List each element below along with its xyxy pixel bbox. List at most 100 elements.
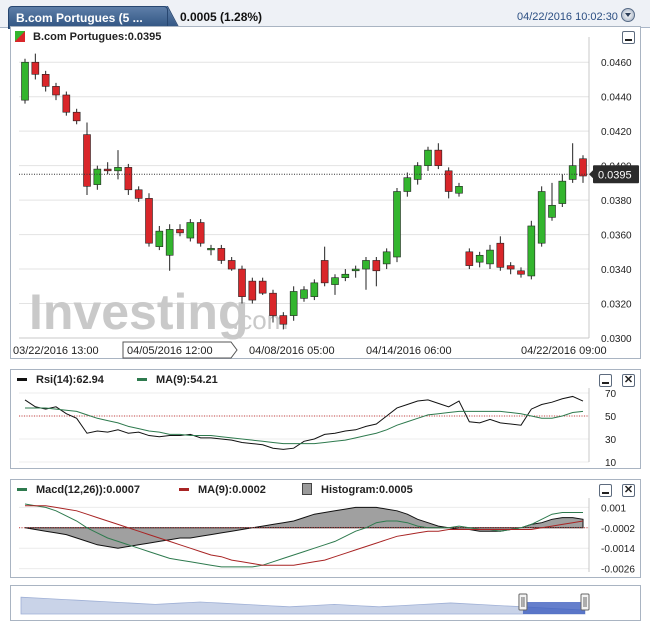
candle-body <box>248 280 257 301</box>
minimize-macd-panel-button[interactable] <box>599 484 612 497</box>
candle-body <box>72 111 81 122</box>
handle-body <box>580 593 590 611</box>
candle-body <box>537 191 546 244</box>
candle-body <box>382 251 391 265</box>
y-tick-label: -0.0014 <box>601 544 635 555</box>
rsi-ma-legend-item: MA(9):54.21 <box>137 374 218 386</box>
rsi-panel: 70 50 30 10 Rsi(14):62.94 MA(9):54.21 ✕ <box>10 369 641 469</box>
rsi-ma-line <box>25 407 584 445</box>
x-tick-label: 04/22/2016 09:00 <box>521 345 607 357</box>
candle-body <box>103 168 112 172</box>
candle-body <box>176 229 184 234</box>
minimize-price-panel-button[interactable] <box>622 31 635 44</box>
y-tick-label: 0.0300 <box>601 334 632 345</box>
candle-body <box>558 180 567 204</box>
minimize-rsi-panel-button[interactable] <box>599 374 612 387</box>
candle-body <box>455 186 463 194</box>
macd-ma-legend-label: MA(9):0.0002 <box>198 484 266 496</box>
candle-body <box>227 260 236 270</box>
candle-body <box>527 225 536 277</box>
candle-body <box>413 165 422 180</box>
candle-body <box>165 229 174 256</box>
histogram-swatch <box>302 483 312 496</box>
last-price-tag-pointer <box>589 169 594 180</box>
candle-body <box>124 167 133 191</box>
navigator-left-handle[interactable] <box>518 593 528 611</box>
candle-body <box>393 191 401 258</box>
candle-body <box>424 149 432 166</box>
candle-body <box>341 273 350 278</box>
y-tick-label: -0.0002 <box>601 524 635 535</box>
y-tick-label: 0.0340 <box>601 265 632 276</box>
candle-body <box>114 167 122 172</box>
price-change: 0.0005 (1.28%) <box>180 10 263 24</box>
candle-body <box>475 254 484 263</box>
x-tick-label: 04/05/2016 12:00 <box>127 345 213 357</box>
y-tick-label: 10 <box>605 458 617 469</box>
candle-body <box>145 198 153 244</box>
candle-body <box>41 73 50 87</box>
rsi-ma-swatch <box>137 377 147 381</box>
rsi-swatch <box>17 377 27 381</box>
candle-body <box>568 165 577 180</box>
price-panel: 0.04600.04400.04200.04000.03800.03600.03… <box>10 26 641 359</box>
y-tick-label: 0.0440 <box>601 93 632 104</box>
investing-watermark: Investing <box>29 284 248 340</box>
rsi-chart[interactable]: 70 50 30 10 <box>11 370 642 470</box>
navigator-chart[interactable] <box>11 586 642 622</box>
y-tick-label: 0.0460 <box>601 58 632 69</box>
candle-body <box>269 292 277 316</box>
rsi-legend-label: Rsi(14):62.94 <box>36 374 104 386</box>
candle-body <box>217 248 226 261</box>
last-update-datetime: 04/22/2016 10:02:30 <box>517 11 618 23</box>
navigator-selection <box>522 602 585 614</box>
price-legend: B.com Portugues:0.0395 <box>15 30 162 43</box>
candle-body <box>444 170 453 192</box>
navigator-right-handle[interactable] <box>580 593 590 611</box>
x-tick-label: 03/22/2016 13:00 <box>13 345 99 357</box>
close-macd-panel-button[interactable]: ✕ <box>622 484 635 497</box>
macd-legend-label: Macd(12,26)):0.0007 <box>36 484 140 496</box>
macd-ma-swatch <box>179 487 189 491</box>
macd-swatch <box>17 487 27 491</box>
candle-body <box>155 230 164 247</box>
candle-body <box>52 86 60 96</box>
last-price-label: 0.0395 <box>598 169 632 181</box>
candle-body <box>351 268 360 272</box>
y-tick-label: 0.0380 <box>601 196 632 207</box>
candle-body <box>238 268 246 297</box>
candle-body <box>196 222 205 244</box>
y-tick-label: 30 <box>605 435 617 446</box>
candle-body <box>207 248 215 251</box>
y-tick-label: 0.0420 <box>601 127 632 138</box>
close-rsi-panel-button[interactable]: ✕ <box>622 374 635 387</box>
histogram-legend-item: Histogram:0.0005 <box>302 483 413 496</box>
candle-body <box>62 94 71 113</box>
rsi-legend-item: Rsi(14):62.94 <box>17 374 104 386</box>
histogram-legend-label: Histogram:0.0005 <box>321 484 413 496</box>
candle-body <box>506 265 515 270</box>
candle-body <box>134 189 143 199</box>
candle-body <box>21 61 29 101</box>
chevron-down-icon[interactable] <box>621 8 635 22</box>
candlestick-chart[interactable]: 0.04600.04400.04200.04000.03800.03600.03… <box>11 27 642 360</box>
tab-bar: B.com Portugues (5 ... 0.0005 (1.28%) 04… <box>0 0 650 29</box>
time-navigator[interactable] <box>10 585 641 621</box>
handle-body <box>518 593 528 611</box>
candle-body <box>310 282 319 297</box>
candle-body <box>93 168 102 185</box>
navigator-area <box>20 596 586 615</box>
macd-ma-legend-item: MA(9):0.0002 <box>179 484 266 496</box>
y-tick-label: 0.001 <box>601 503 626 514</box>
candle-body <box>31 61 40 75</box>
instrument-tab-label: B.com Portugues (5 ... <box>16 11 143 25</box>
candle-body <box>362 260 370 270</box>
y-tick-label: -0.0026 <box>601 565 635 576</box>
rsi-line <box>24 395 584 450</box>
candle-body <box>83 134 91 187</box>
candle-body <box>300 289 308 299</box>
candle-body <box>496 242 505 268</box>
macd-legend-item: Macd(12,26)):0.0007 <box>17 484 140 496</box>
rsi-ma-legend-label: MA(9):54.21 <box>156 374 218 386</box>
price-legend-label: B.com Portugues:0.0395 <box>33 31 162 43</box>
